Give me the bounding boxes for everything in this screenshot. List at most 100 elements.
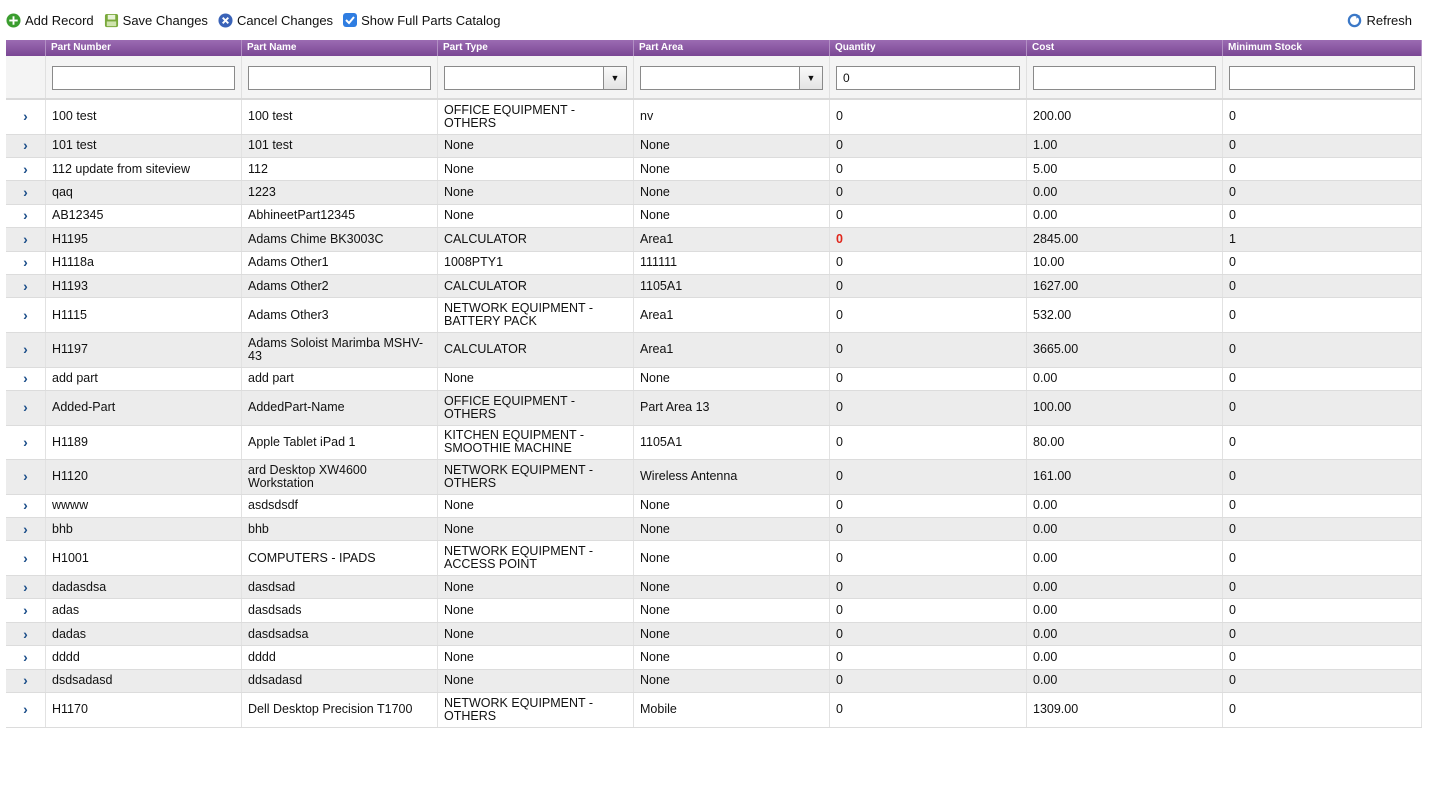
table-row[interactable]: › H1197 Adams Soloist Marimba MSHV-43 CALCU… <box>6 332 1422 368</box>
cell-cost[interactable]: 0.00 <box>1027 599 1223 622</box>
cell-part-name[interactable]: 100 test <box>242 100 438 134</box>
cell-minimum-stock[interactable]: 0 <box>1223 599 1422 622</box>
cell-part-number[interactable]: bhb <box>46 518 242 541</box>
cell-part-type[interactable]: None <box>438 576 634 599</box>
cell-cost[interactable]: 0.00 <box>1027 181 1223 204</box>
cell-part-number[interactable]: qaq <box>46 181 242 204</box>
cell-part-area[interactable]: None <box>634 669 830 693</box>
cell-part-number[interactable]: Added-Part <box>46 390 242 425</box>
expand-row-chevron-icon[interactable]: › <box>6 599 46 622</box>
cell-part-area[interactable]: None <box>634 599 830 622</box>
cell-part-name[interactable]: dasdsads <box>242 599 438 622</box>
header-part-type[interactable]: Part Type <box>438 40 634 56</box>
table-row[interactable]: › AB12345 AbhineetPart12345 None None 0 0.00 0 <box>6 204 1422 229</box>
cell-part-number[interactable]: H1195 <box>46 228 242 251</box>
dropdown-arrow-icon[interactable]: ▼ <box>799 67 822 89</box>
table-row[interactable]: › dadasdsa dasdsad None None 0 0.00 0 <box>6 576 1422 600</box>
cell-part-area[interactable]: Area1 <box>634 332 830 367</box>
table-row[interactable]: › 101 test 101 test None None 0 1.00 0 <box>6 134 1422 158</box>
cell-part-type[interactable]: OFFICE EQUIPMENT - OTHERS <box>438 100 634 134</box>
cell-minimum-stock[interactable]: 0 <box>1223 693 1422 727</box>
table-row[interactable]: › 112 update from siteview 112 None None 0 5.0… <box>6 157 1422 182</box>
cell-part-type[interactable]: None <box>438 204 634 228</box>
cell-minimum-stock[interactable]: 0 <box>1223 494 1422 518</box>
cell-part-number[interactable]: dadasdsa <box>46 576 242 599</box>
cell-cost[interactable]: 0.00 <box>1027 494 1223 518</box>
cell-cost[interactable]: 532.00 <box>1027 298 1223 332</box>
cell-quantity[interactable]: 0 <box>830 646 1027 669</box>
cancel-changes-button[interactable]: Cancel Changes <box>218 13 333 28</box>
header-quantity[interactable]: Quantity <box>830 40 1027 56</box>
table-row[interactable]: › add part add part None None 0 0.00 0 <box>6 367 1422 391</box>
expand-row-chevron-icon[interactable]: › <box>6 298 46 332</box>
cell-minimum-stock[interactable]: 1 <box>1223 228 1422 251</box>
cell-part-area[interactable]: None <box>634 367 830 390</box>
cell-cost[interactable]: 0.00 <box>1027 204 1223 228</box>
cell-cost[interactable]: 0.00 <box>1027 622 1223 646</box>
cell-part-area[interactable]: None <box>634 576 830 599</box>
cell-quantity[interactable]: 0 <box>830 693 1027 727</box>
dropdown-arrow-icon[interactable]: ▼ <box>603 67 626 89</box>
table-row[interactable]: › H1189 Apple Tablet iPad 1 KITCHEN EQUIPME… <box>6 425 1422 461</box>
cell-quantity[interactable]: 0 <box>830 157 1027 181</box>
cell-quantity[interactable]: 0 <box>830 425 1027 460</box>
cell-part-type[interactable]: OFFICE EQUIPMENT - OTHERS <box>438 390 634 425</box>
cell-cost[interactable]: 0.00 <box>1027 367 1223 390</box>
cell-part-number[interactable]: H1001 <box>46 541 242 576</box>
cell-part-name[interactable]: 112 <box>242 157 438 181</box>
expand-row-chevron-icon[interactable]: › <box>6 494 46 518</box>
cell-part-type[interactable]: None <box>438 157 634 181</box>
table-row[interactable]: › H1001 COMPUTERS - IPADS NETWORK EQUIPMENT… <box>6 541 1422 577</box>
checkbox-checked-icon[interactable] <box>343 13 358 27</box>
table-row[interactable]: › H1193 Adams Other2 CALCULATOR 1105A1 0 1627.… <box>6 274 1422 299</box>
cell-cost[interactable]: 0.00 <box>1027 669 1223 693</box>
cell-quantity[interactable]: 0 <box>830 134 1027 157</box>
table-row[interactable]: › bhb bhb None None 0 0.00 0 <box>6 518 1422 542</box>
cell-part-number[interactable]: 101 test <box>46 134 242 157</box>
cell-part-number[interactable]: H1189 <box>46 425 242 460</box>
header-part-number[interactable]: Part Number <box>46 40 242 56</box>
cell-cost[interactable]: 10.00 <box>1027 251 1223 274</box>
expand-row-chevron-icon[interactable]: › <box>6 157 46 181</box>
header-cost[interactable]: Cost <box>1027 40 1223 56</box>
expand-row-chevron-icon[interactable]: › <box>6 204 46 228</box>
cell-part-type[interactable]: NETWORK EQUIPMENT - ACCESS POINT <box>438 541 634 576</box>
cell-part-name[interactable]: AddedPart-Name <box>242 390 438 425</box>
cell-part-type[interactable]: None <box>438 134 634 157</box>
table-row[interactable]: › dadas dasdsadsa None None 0 0.00 0 <box>6 622 1422 647</box>
cell-part-name[interactable]: 1223 <box>242 181 438 204</box>
cell-part-area[interactable]: None <box>634 518 830 541</box>
cell-minimum-stock[interactable]: 0 <box>1223 181 1422 204</box>
cell-part-number[interactable]: dddd <box>46 646 242 669</box>
cell-part-area[interactable]: None <box>634 646 830 669</box>
expand-row-chevron-icon[interactable]: › <box>6 100 46 134</box>
cell-part-type[interactable]: None <box>438 646 634 669</box>
cell-part-area[interactable]: None <box>634 134 830 157</box>
table-row[interactable]: › 100 test 100 test OFFICE EQUIPMENT - OTHE… <box>6 100 1422 135</box>
table-row[interactable]: › H1118a Adams Other1 1008PTY1 111111 0 10.00 0 <box>6 251 1422 275</box>
cell-part-name[interactable]: asdsdsdf <box>242 494 438 518</box>
cell-part-number[interactable]: 100 test <box>46 100 242 134</box>
cell-part-type[interactable]: CALCULATOR <box>438 332 634 367</box>
expand-row-chevron-icon[interactable]: › <box>6 251 46 274</box>
cell-quantity[interactable]: 0 <box>830 669 1027 693</box>
cell-quantity[interactable]: 0 <box>830 622 1027 646</box>
refresh-button[interactable]: Refresh <box>1347 13 1412 28</box>
expand-row-chevron-icon[interactable]: › <box>6 274 46 298</box>
cell-cost[interactable]: 3665.00 <box>1027 332 1223 367</box>
cell-part-name[interactable]: Adams Chime BK3003C <box>242 228 438 251</box>
cell-quantity[interactable]: 0 <box>830 181 1027 204</box>
cell-part-number[interactable]: H1120 <box>46 460 242 494</box>
cell-part-name[interactable]: 101 test <box>242 134 438 157</box>
expand-row-chevron-icon[interactable]: › <box>6 228 46 251</box>
cell-cost[interactable]: 0.00 <box>1027 518 1223 541</box>
cell-part-area[interactable]: 1105A1 <box>634 274 830 298</box>
header-part-name[interactable]: Part Name <box>242 40 438 56</box>
cell-minimum-stock[interactable]: 0 <box>1223 134 1422 157</box>
cell-part-number[interactable]: H1115 <box>46 298 242 332</box>
cell-minimum-stock[interactable]: 0 <box>1223 669 1422 693</box>
cell-cost[interactable]: 100.00 <box>1027 390 1223 425</box>
part-number-filter-input[interactable] <box>52 66 235 90</box>
cell-minimum-stock[interactable]: 0 <box>1223 298 1422 332</box>
cell-quantity[interactable]: 0 <box>830 494 1027 518</box>
